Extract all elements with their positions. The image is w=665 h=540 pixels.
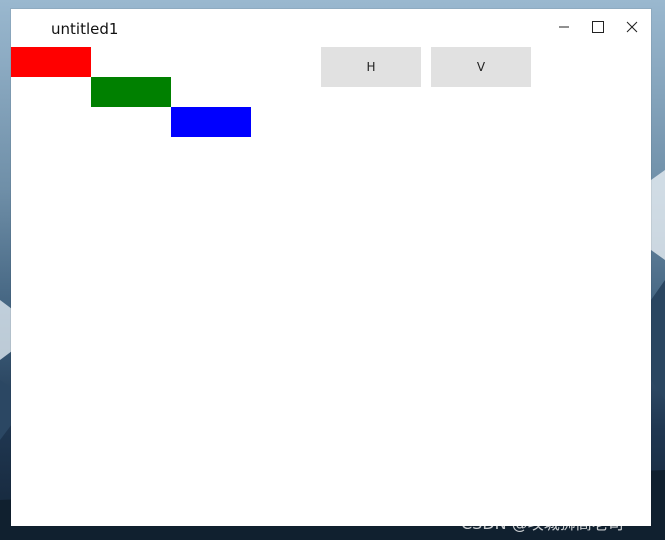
minimize-button[interactable] <box>549 16 579 38</box>
maximize-button[interactable] <box>583 16 613 38</box>
v-button[interactable]: V <box>431 47 531 87</box>
red-rectangle <box>11 47 91 77</box>
title-bar: untitled1 <box>11 9 651 47</box>
maximize-icon <box>592 21 604 33</box>
green-rectangle <box>91 77 171 107</box>
window-title: untitled1 <box>51 20 119 38</box>
watermark-text: CSDN @攻城狮高老司 <box>461 514 624 533</box>
close-icon <box>626 21 638 33</box>
minimize-icon <box>559 26 569 28</box>
close-button[interactable] <box>617 16 647 38</box>
blue-rectangle <box>171 107 251 137</box>
app-window: untitled1 H V <box>11 9 651 526</box>
h-button[interactable]: H <box>321 47 421 87</box>
